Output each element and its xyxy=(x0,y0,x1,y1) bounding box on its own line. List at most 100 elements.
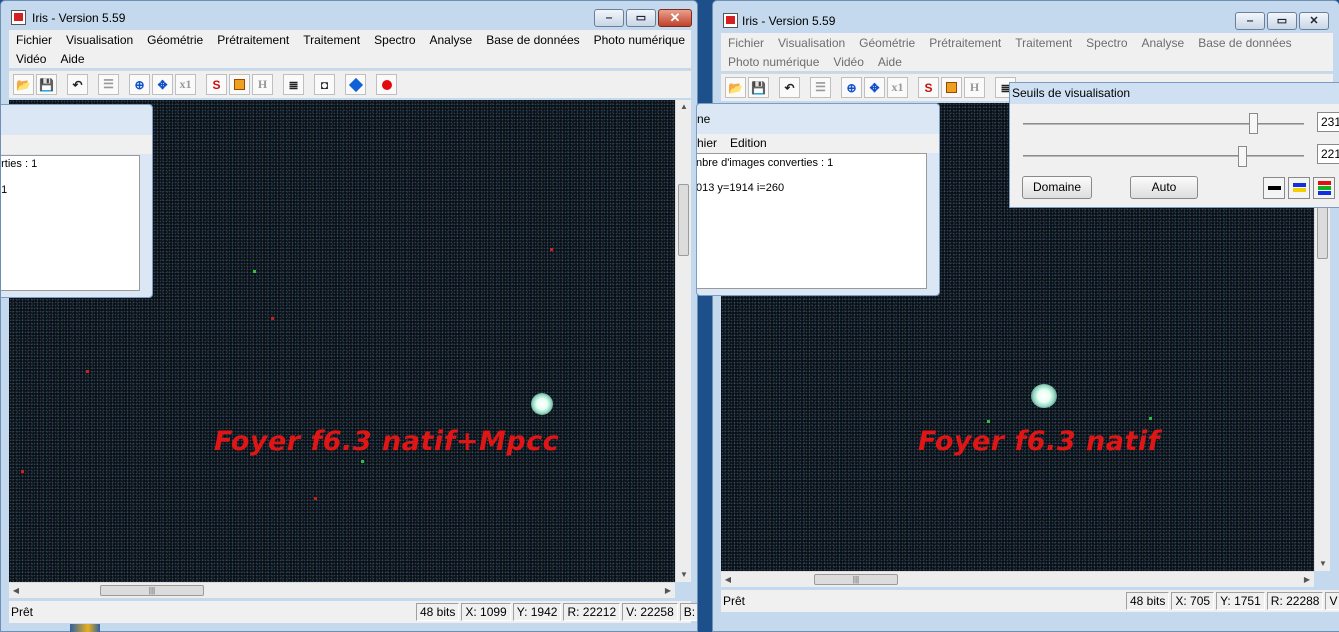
sub-menu-edition[interactable]: Edition xyxy=(730,134,767,153)
toolbar: 📂 💾 ↶ ☰ ⊕ ✥ x1 S H ≣ ◘ xyxy=(9,70,691,98)
maximize-button[interactable]: ▭ xyxy=(1267,12,1297,30)
maximize-button[interactable]: ▭ xyxy=(626,9,656,27)
low-threshold-slider[interactable] xyxy=(1238,146,1248,167)
horizontal-scrollbar[interactable]: ◀ ||| ▶ xyxy=(9,582,675,598)
menu-prétraitement[interactable]: Prétraitement xyxy=(210,33,296,47)
move-button[interactable]: ✥ xyxy=(152,74,173,95)
menu-traitement[interactable]: Traitement xyxy=(1008,36,1079,50)
menu-géométrie[interactable]: Géométrie xyxy=(852,36,922,50)
zoom-button[interactable]: ⊕ xyxy=(129,74,150,95)
open-button[interactable]: 📂 xyxy=(13,74,34,95)
menu-analyse[interactable]: Analyse xyxy=(423,33,480,47)
scroll-down-icon[interactable]: ▼ xyxy=(1315,557,1331,571)
scroll-left-icon[interactable]: ◀ xyxy=(9,583,23,599)
menu-visualisation[interactable]: Visualisation xyxy=(59,33,140,47)
save-button[interactable]: 💾 xyxy=(748,77,769,98)
menu-photo-numérique[interactable]: Photo numérique xyxy=(721,55,826,69)
zoom-button[interactable]: ⊕ xyxy=(841,77,862,98)
sub-window-title: ne xyxy=(697,112,711,126)
menu-fichier[interactable]: Fichier xyxy=(9,33,59,47)
zoom-1x-button[interactable]: x1 xyxy=(887,77,908,98)
high-threshold-input[interactable]: 23150 xyxy=(1317,112,1339,132)
horizontal-scrollbar[interactable]: ◀ ||| ▶ xyxy=(721,571,1314,587)
camera-button[interactable]: ◘ xyxy=(314,74,335,95)
move-button[interactable]: ✥ xyxy=(864,77,885,98)
save-button[interactable]: 💾 xyxy=(36,74,57,95)
star-blob xyxy=(531,393,553,415)
vertical-scrollbar[interactable]: ▲ ▼ xyxy=(675,100,691,582)
taskbar-icon[interactable] xyxy=(70,624,100,632)
minimize-button[interactable]: ‒ xyxy=(594,9,624,27)
record-icon xyxy=(381,79,392,90)
zoom-1x-icon: x1 xyxy=(891,80,904,94)
high-threshold-track[interactable] xyxy=(1023,123,1304,125)
menu-traitement[interactable]: Traitement xyxy=(296,33,367,47)
status-v: V: 22258 xyxy=(622,603,678,621)
scroll-right-icon[interactable]: ▶ xyxy=(1300,572,1314,588)
close-button[interactable]: ✕ xyxy=(1299,12,1329,30)
adjust-button[interactable]: ☰ xyxy=(98,74,119,95)
s-icon: S xyxy=(212,77,221,92)
h-button[interactable]: H xyxy=(252,74,273,95)
menu-analyse[interactable]: Analyse xyxy=(1135,36,1192,50)
rgb-palette-button[interactable] xyxy=(1313,177,1335,199)
diamond-button[interactable] xyxy=(345,74,366,95)
menu-vidéo[interactable]: Vidéo xyxy=(9,52,53,66)
low-threshold-input[interactable]: 22150 xyxy=(1317,144,1339,164)
undo-button[interactable]: ↶ xyxy=(67,74,88,95)
high-threshold-slider[interactable] xyxy=(1249,113,1259,134)
menu-photo-numérique[interactable]: Photo numérique xyxy=(587,33,692,47)
s-button[interactable]: S xyxy=(206,74,227,95)
menu-visualisation[interactable]: Visualisation xyxy=(771,36,852,50)
auto-button[interactable]: Auto xyxy=(1130,176,1198,199)
scroll-right-icon[interactable]: ▶ xyxy=(661,583,675,599)
thresholds-panel: Seuils de visualisation 23150 22150 Doma… xyxy=(1009,82,1339,208)
undo-button[interactable]: ↶ xyxy=(779,77,800,98)
title-bar[interactable]: Iris - Version 5.59 ‒ ▭ ✕ xyxy=(1,1,697,31)
status-b: B: 222 xyxy=(679,603,697,621)
iris-app-icon[interactable] xyxy=(723,13,738,28)
h-button[interactable]: H xyxy=(964,77,985,98)
zoom-1x-button[interactable]: x1 xyxy=(175,74,196,95)
scroll-up-icon[interactable]: ▲ xyxy=(676,100,692,114)
menu-base-de-données[interactable]: Base de données xyxy=(479,33,586,47)
h-icon: H xyxy=(257,77,268,91)
iris-app-icon[interactable] xyxy=(11,10,26,25)
scroll-thumb[interactable]: ||| xyxy=(814,574,898,585)
list-button[interactable]: ≣ xyxy=(283,74,304,95)
menu-base-de-données[interactable]: Base de données xyxy=(1191,36,1298,50)
sub-output-box[interactable]: nbre d'images converties : 1 013 y=1914 … xyxy=(697,153,927,289)
domaine-button[interactable]: Domaine xyxy=(1022,176,1092,199)
adjust-button[interactable]: ☰ xyxy=(810,77,831,98)
close-button[interactable]: ✕ xyxy=(658,9,692,27)
sub-menu-fichier[interactable]: hier xyxy=(697,134,717,153)
open-button[interactable]: 📂 xyxy=(725,77,746,98)
menu-aide[interactable]: Aide xyxy=(53,52,91,66)
menu-prétraitement[interactable]: Prétraitement xyxy=(922,36,1008,50)
scroll-left-icon[interactable]: ◀ xyxy=(721,572,735,588)
scroll-thumb[interactable]: ||| xyxy=(100,585,204,596)
menu-fichier[interactable]: Fichier xyxy=(721,36,771,50)
scroll-down-icon[interactable]: ▼ xyxy=(676,568,692,582)
menu-spectro[interactable]: Spectro xyxy=(367,33,422,47)
minimize-button[interactable]: ‒ xyxy=(1235,12,1265,30)
move-icon: ✥ xyxy=(157,77,168,92)
title-bar[interactable]: Iris - Version 5.59 ‒ ▭ ✕ xyxy=(713,1,1339,31)
menu-spectro[interactable]: Spectro xyxy=(1079,36,1134,50)
scroll-thumb[interactable] xyxy=(678,184,689,256)
black-palette-button[interactable] xyxy=(1263,177,1285,199)
menu-vidéo[interactable]: Vidéo xyxy=(826,55,870,69)
blue-yellow-palette-button[interactable] xyxy=(1288,177,1310,199)
overlay-label: Foyer f6.3 natif xyxy=(918,426,1160,457)
menu-aide[interactable]: Aide xyxy=(871,55,909,69)
square-button[interactable] xyxy=(229,74,250,95)
low-threshold-track[interactable] xyxy=(1023,155,1304,157)
thresholds-title[interactable]: Seuils de visualisation xyxy=(1010,83,1339,104)
sub-output-box[interactable]: erties : 1 81 xyxy=(1,155,140,291)
menu-géométrie[interactable]: Géométrie xyxy=(140,33,210,47)
square-button[interactable] xyxy=(941,77,962,98)
adjust-icon: ☰ xyxy=(103,77,114,91)
undo-icon: ↶ xyxy=(784,80,795,95)
record-button[interactable] xyxy=(376,74,397,95)
s-button[interactable]: S xyxy=(918,77,939,98)
